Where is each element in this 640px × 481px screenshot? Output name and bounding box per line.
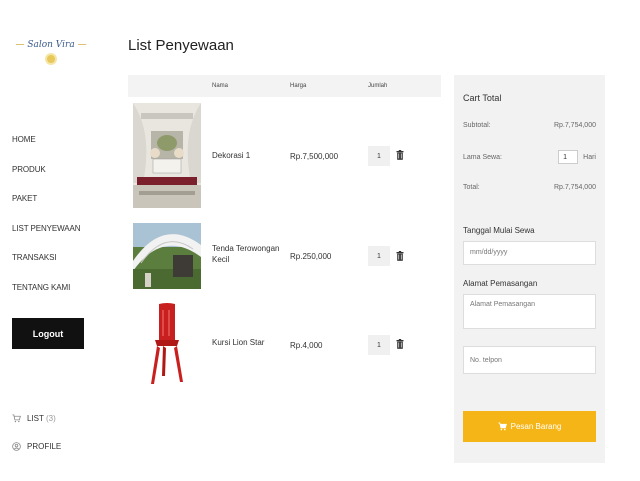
profile-label: PROFILE <box>27 442 62 451</box>
phone-input[interactable]: No. telpon <box>463 346 596 374</box>
address-textarea[interactable]: Alamat Pemasangan <box>463 294 596 329</box>
order-button[interactable]: Pesan Barang <box>463 411 596 442</box>
column-price-header: Harga <box>290 83 307 89</box>
product-name: Kursi Lion Star <box>212 338 265 347</box>
product-image-kursi <box>133 302 201 386</box>
brand-logo[interactable]: — Salon Vira — <box>12 40 90 63</box>
product-price: Rp.250,000 <box>290 252 332 261</box>
logout-button[interactable]: Logout <box>12 318 84 349</box>
address-label: Alamat Pemasangan <box>463 279 538 288</box>
trash-icon[interactable] <box>396 251 404 261</box>
sidebar-item-home[interactable]: HOME <box>12 131 80 161</box>
list-count: (3) <box>45 414 56 423</box>
start-date-input[interactable]: mm/dd/yyyy <box>463 241 596 265</box>
total-line: Total: Rp.7,754,000 <box>463 184 596 191</box>
subtotal-value: Rp.7,754,000 <box>553 122 596 129</box>
sidebar-item-produk[interactable]: PRODUK <box>12 161 80 191</box>
duration-input[interactable]: 1 <box>558 150 579 164</box>
product-price: Rp.7,500,000 <box>290 152 339 161</box>
cart-panel: Cart Total Subtotal: Rp.7,754,000 Lama S… <box>454 75 605 463</box>
total-value: Rp.7,754,000 <box>553 184 596 191</box>
cart-icon <box>12 414 21 423</box>
sidebar-item-transaksi[interactable]: TRANSAKSI <box>12 249 80 279</box>
sidebar-nav: HOME PRODUK PAKET LIST PENYEWAAN TRANSAK… <box>12 131 81 309</box>
profile-icon <box>12 442 21 451</box>
quantity-box[interactable]: 1 <box>368 246 390 266</box>
cart-title: Cart Total <box>463 93 502 103</box>
product-image-dekorasi <box>133 103 201 208</box>
trash-icon[interactable] <box>396 150 404 160</box>
product-image-tenda <box>133 223 201 289</box>
duration-label: Lama Sewa: <box>463 153 502 161</box>
duration-line: Lama Sewa: 1 Hari <box>463 150 596 164</box>
start-date-label: Tanggal Mulai Sewa <box>463 226 535 235</box>
sidebar-item-tentang-kami[interactable]: TENTANG KAMI <box>12 279 80 309</box>
page-title: List Penyewaan <box>128 37 234 54</box>
profile-link[interactable]: PROFILE <box>12 442 61 451</box>
total-label: Total: <box>463 184 480 191</box>
duration-unit: Hari <box>583 153 596 161</box>
product-name: Tenda Terowongan Kecil <box>212 244 280 264</box>
sidebar: — Salon Vira — HOME PRODUK PAKET LIST PE… <box>0 0 110 481</box>
cart-icon <box>498 422 507 431</box>
product-price: Rp.4,000 <box>290 341 323 350</box>
list-label: LIST <box>27 414 44 423</box>
quantity-box[interactable]: 1 <box>368 335 390 355</box>
sidebar-item-list-penyewaan[interactable]: LIST PENYEWAAN <box>12 220 81 250</box>
table-row: Kursi Lion Star Rp.4,000 1 <box>128 302 441 388</box>
table-row: Dekorasi 1 Rp.7,500,000 1 <box>128 103 441 211</box>
logo-text: — Salon Vira — <box>15 40 87 50</box>
table-row: Tenda Terowongan Kecil Rp.250,000 1 <box>128 223 441 291</box>
product-name: Dekorasi 1 <box>212 151 251 160</box>
order-label: Pesan Barang <box>510 422 562 431</box>
subtotal-line: Subtotal: Rp.7,754,000 <box>463 122 596 129</box>
quantity-box[interactable]: 1 <box>368 146 390 166</box>
list-link[interactable]: LIST (3) <box>12 414 56 423</box>
subtotal-label: Subtotal: <box>463 122 491 129</box>
column-qty-header: Jumlah <box>368 83 388 89</box>
column-name-header: Nama <box>212 83 229 89</box>
table-header: Nama Harga Jumlah <box>128 75 441 97</box>
sidebar-item-paket[interactable]: PAKET <box>12 190 80 220</box>
trash-icon[interactable] <box>396 339 404 349</box>
logo-flower-icon <box>47 55 55 63</box>
